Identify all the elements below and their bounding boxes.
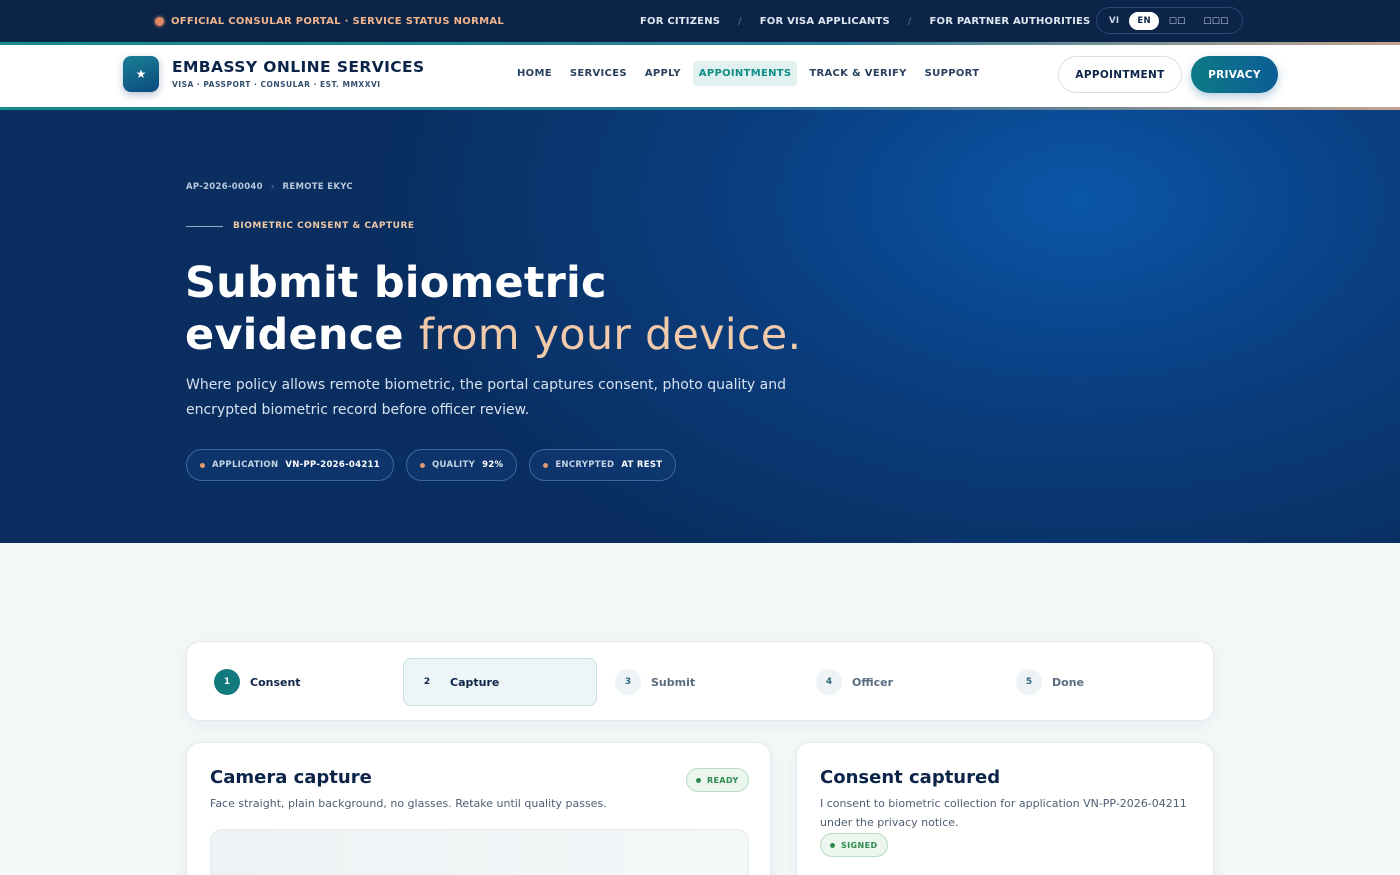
chip-key: APPLICATION <box>212 460 279 470</box>
status-dot-icon <box>696 777 701 783</box>
step-capture[interactable]: 2 Capture <box>403 658 597 706</box>
main-nav: HOME SERVICES APPLY APPOINTMENTS TRACK &… <box>511 61 985 86</box>
step-number: 4 <box>816 669 842 695</box>
chip-application: APPLICATION VN-PP-2026-04211 <box>186 449 394 481</box>
consent-card-text: I consent to biometric collection for ap… <box>820 797 1187 829</box>
step-label: Done <box>1052 675 1084 689</box>
chip-dot-icon <box>420 462 425 468</box>
service-status-text: OFFICIAL CONSULAR PORTAL · SERVICE STATU… <box>171 15 505 27</box>
nav-item-apply[interactable]: APPLY <box>639 61 687 86</box>
camera-capture-card: Camera capture Face straight, plain back… <box>186 742 771 875</box>
signed-status-badge: SIGNED <box>820 833 888 857</box>
language-switcher: VI EN □□ □□□ <box>1096 7 1243 34</box>
star-logo-icon[interactable]: ★ <box>123 56 159 92</box>
consent-card: Consent captured I consent to biometric … <box>796 742 1214 875</box>
title-line-2b: from your device. <box>418 310 802 360</box>
breadcrumb-item-application[interactable]: AP-2026-00040 <box>186 182 263 192</box>
chip-value: VN-PP-2026-04211 <box>285 460 380 470</box>
step-label: Consent <box>250 675 301 689</box>
chip-key: ENCRYPTED <box>555 460 615 470</box>
camera-preview[interactable] <box>210 829 749 875</box>
nav-item-support[interactable]: SUPPORT <box>919 61 986 86</box>
title-line-2a: evidence <box>185 310 404 360</box>
service-status: OFFICIAL CONSULAR PORTAL · SERVICE STATU… <box>155 0 504 42</box>
chip-dot-icon <box>200 462 205 468</box>
breadcrumb-item-current: REMOTE EKYC <box>282 182 353 192</box>
nav-item-services[interactable]: SERVICES <box>564 61 633 86</box>
hero-eyebrow: BIOMETRIC CONSENT & CAPTURE <box>186 221 415 231</box>
language-option-3[interactable]: □□ <box>1161 12 1194 30</box>
nav-item-track-verify[interactable]: TRACK & VERIFY <box>803 61 912 86</box>
language-option-4[interactable]: □□□ <box>1196 12 1237 30</box>
language-option-en[interactable]: EN <box>1129 11 1159 30</box>
eyebrow-rule <box>186 225 223 227</box>
step-number: 1 <box>214 669 240 695</box>
application-chips: APPLICATION VN-PP-2026-04211 QUALITY 92%… <box>186 449 677 481</box>
step-number: 5 <box>1016 669 1042 695</box>
hero-description: Where policy allows remote biometric, th… <box>186 377 786 418</box>
ready-badge-text: READY <box>707 775 739 785</box>
signed-badge-text: SIGNED <box>841 840 878 850</box>
site-header: ★ EMBASSY ONLINE SERVICES VISA · PASSPOR… <box>0 45 1400 107</box>
camera-card-title: Camera capture <box>210 767 372 788</box>
step-number: 3 <box>615 669 641 695</box>
consent-card-title: Consent captured <box>820 767 1001 788</box>
audience-link-partner-authorities[interactable]: FOR PARTNER AUTHORITIES <box>930 16 1091 27</box>
step-label: Capture <box>450 675 500 689</box>
step-label: Officer <box>852 675 894 689</box>
privacy-button[interactable]: PRIVACY <box>1191 56 1278 93</box>
chevron-right-icon: › <box>270 182 275 192</box>
breadcrumb: AP-2026-00040 › REMOTE EKYC <box>186 182 353 192</box>
chip-value: AT REST <box>621 460 663 470</box>
audience-separator: / <box>738 15 742 27</box>
step-submit[interactable]: 3 Submit <box>605 658 795 706</box>
nav-item-appointments[interactable]: APPOINTMENTS <box>692 61 798 86</box>
appointment-button[interactable]: APPOINTMENT <box>1058 56 1182 93</box>
hero-section: AP-2026-00040 › REMOTE EKYC BIOMETRIC CO… <box>0 110 1400 543</box>
step-number: 2 <box>423 677 431 687</box>
page-title: Submit biometric evidence from your devi… <box>185 257 985 361</box>
brand-subtitle: VISA · PASSPORT · CONSULAR · EST. MMXXVI <box>172 80 381 89</box>
step-officer[interactable]: 4 Officer <box>806 658 996 706</box>
eyebrow-text: BIOMETRIC CONSENT & CAPTURE <box>233 221 415 231</box>
top-status-bar: OFFICIAL CONSULAR PORTAL · SERVICE STATU… <box>0 0 1400 42</box>
audience-links: FOR CITIZENS / FOR VISA APPLICANTS / FOR… <box>640 0 1090 42</box>
status-dot-icon <box>155 16 164 26</box>
chip-encrypted: ENCRYPTED AT REST <box>529 449 677 481</box>
ready-status-badge: READY <box>686 768 749 792</box>
nav-item-home[interactable]: HOME <box>511 61 558 86</box>
status-dot-icon <box>830 842 835 848</box>
chip-value: 92% <box>482 460 504 470</box>
progress-stepper: 1 Consent 2 Capture 3 Submit 4 Officer 5… <box>186 641 1214 721</box>
step-done[interactable]: 5 Done <box>1006 658 1196 706</box>
step-consent[interactable]: 1 Consent <box>204 658 394 706</box>
chip-quality: QUALITY 92% <box>406 449 518 481</box>
chip-key: QUALITY <box>432 460 476 470</box>
audience-link-visa-applicants[interactable]: FOR VISA APPLICANTS <box>760 16 890 27</box>
camera-card-instructions: Face straight, plain background, no glas… <box>210 797 607 810</box>
title-line-1: Submit biometric <box>185 258 607 308</box>
step-label: Submit <box>651 675 696 689</box>
audience-separator: / <box>907 15 912 27</box>
language-option-vi[interactable]: VI <box>1101 12 1127 30</box>
brand-title[interactable]: EMBASSY ONLINE SERVICES <box>172 58 425 76</box>
audience-link-citizens[interactable]: FOR CITIZENS <box>640 16 720 27</box>
chip-dot-icon <box>543 462 549 468</box>
